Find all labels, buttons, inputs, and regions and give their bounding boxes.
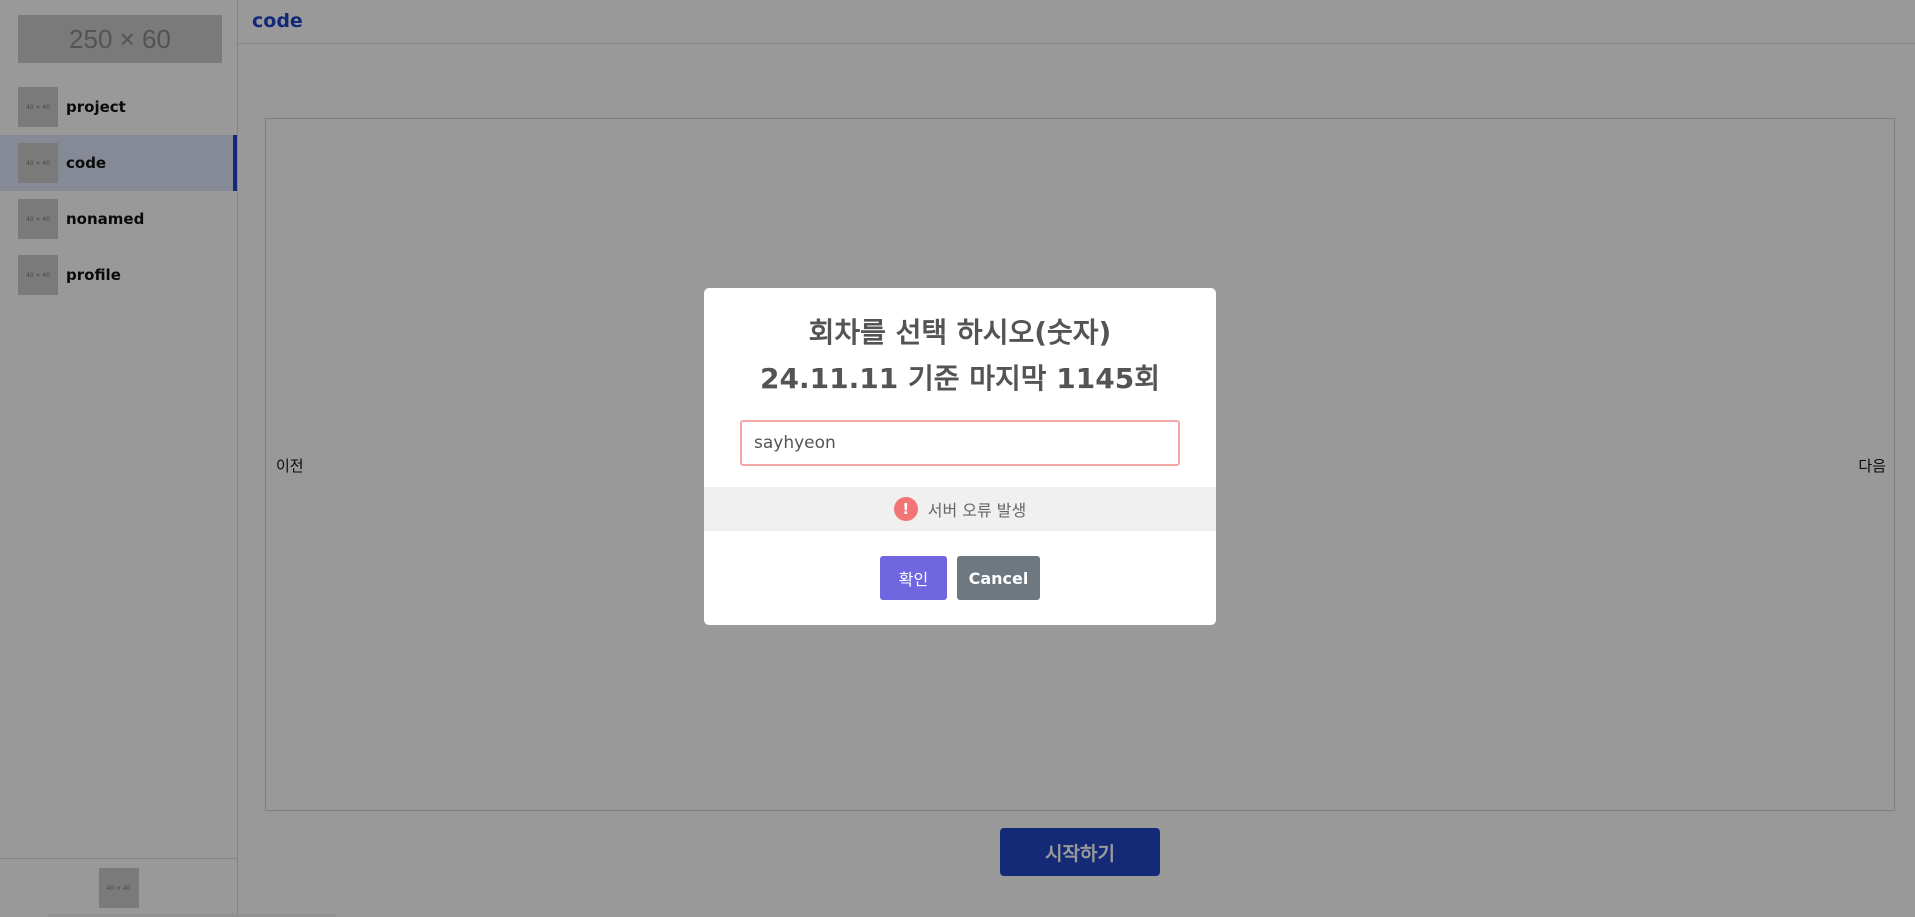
cancel-button[interactable]: Cancel — [957, 556, 1040, 600]
dialog-title-line2: 24.11.11 기준 마지막 1145회 — [760, 362, 1160, 395]
round-input[interactable] — [740, 420, 1180, 466]
app-root: 250 × 60 40 × 40 project 40 × 40 code 40… — [0, 0, 1915, 917]
error-icon: ! — [893, 497, 918, 521]
confirm-button[interactable]: 확인 — [880, 556, 947, 600]
validation-message: ! 서버 오류 발생 — [704, 487, 1216, 531]
error-text: 서버 오류 발생 — [927, 501, 1027, 520]
round-select-dialog: 회차를 선택 하시오(숫자) 24.11.11 기준 마지막 1145회 ! 서… — [704, 288, 1216, 625]
dialog-actions: 확인 Cancel — [704, 556, 1216, 600]
dialog-title: 회차를 선택 하시오(숫자) 24.11.11 기준 마지막 1145회 — [704, 310, 1216, 402]
dialog-title-line1: 회차를 선택 하시오(숫자) — [808, 316, 1112, 349]
